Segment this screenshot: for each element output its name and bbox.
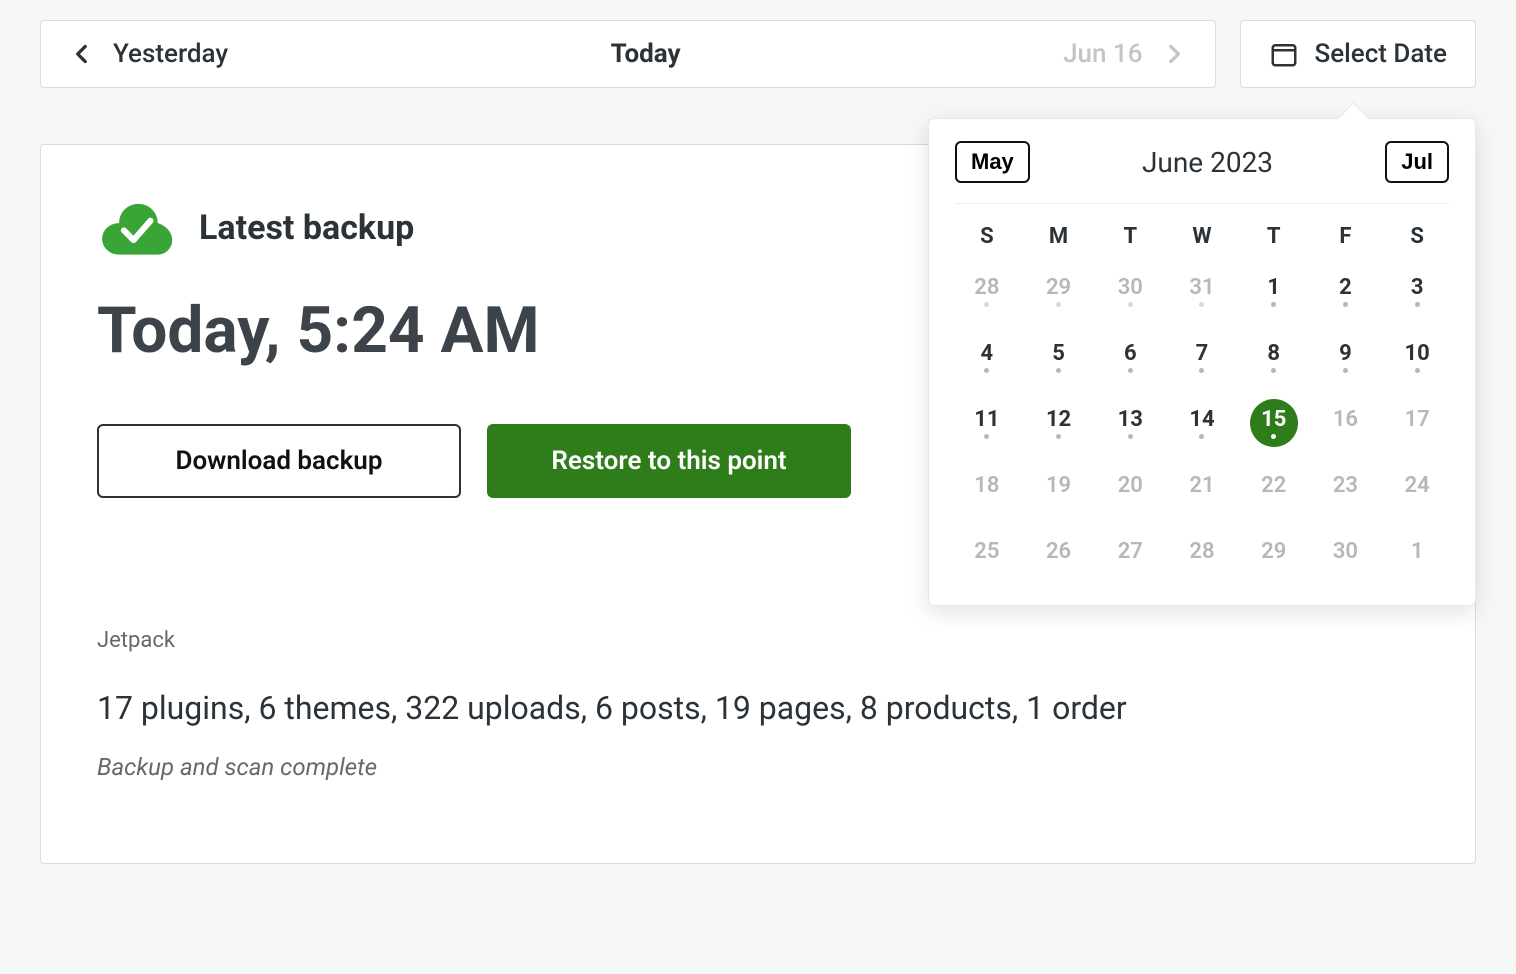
calendar-day: 27 (1106, 531, 1154, 579)
calendar-dow: S (1410, 224, 1424, 249)
calendar-day: 28 (1178, 531, 1226, 579)
next-month-button[interactable]: Jul (1385, 141, 1449, 183)
calendar-day[interactable]: 14 (1178, 399, 1226, 447)
download-backup-button[interactable]: Download backup (97, 424, 461, 498)
site-name-label: Jetpack (97, 628, 1419, 653)
next-day-button: Jun 16 (1063, 39, 1186, 69)
calendar-dow: T (1267, 224, 1281, 249)
prev-day-label: Yesterday (113, 39, 228, 69)
calendar-day[interactable]: 6 (1106, 333, 1154, 381)
calendar-dow: S (980, 224, 994, 249)
calendar-day: 19 (1035, 465, 1083, 513)
backup-status-text: Backup and scan complete (97, 753, 1419, 781)
select-date-label: Select Date (1315, 39, 1448, 69)
backup-summary: 17 plugins, 6 themes, 322 uploads, 6 pos… (97, 689, 1419, 727)
calendar-day: 20 (1106, 465, 1154, 513)
calendar-day[interactable]: 13 (1106, 399, 1154, 447)
calendar-month-label: June 2023 (1142, 146, 1273, 179)
cloud-check-icon (97, 199, 175, 257)
calendar-day: 16 (1321, 399, 1369, 447)
chevron-left-icon (69, 41, 95, 67)
select-date-button[interactable]: Select Date (1240, 20, 1477, 88)
calendar-popover: May June 2023 Jul SMTWTFS282930311234567… (928, 118, 1476, 606)
calendar-day[interactable]: 4 (963, 333, 1011, 381)
prev-month-button[interactable]: May (955, 141, 1030, 183)
calendar-day: 25 (963, 531, 1011, 579)
calendar-dow: F (1339, 224, 1351, 249)
calendar-day[interactable]: 1 (1250, 267, 1298, 315)
calendar-day[interactable]: 12 (1035, 399, 1083, 447)
prev-day-button[interactable]: Yesterday (69, 39, 228, 69)
date-nav-bar: Yesterday Today Jun 16 Select Date (40, 20, 1476, 88)
calendar-day: 24 (1393, 465, 1441, 513)
calendar-header: May June 2023 Jul (955, 141, 1449, 204)
chevron-right-icon (1161, 41, 1187, 67)
calendar-day[interactable]: 3 (1393, 267, 1441, 315)
calendar-day: 22 (1250, 465, 1298, 513)
calendar-day: 21 (1178, 465, 1226, 513)
restore-button[interactable]: Restore to this point (487, 424, 851, 498)
calendar-day: 31 (1178, 267, 1226, 315)
calendar-dow: T (1123, 224, 1137, 249)
calendar-day[interactable]: 10 (1393, 333, 1441, 381)
current-day-label: Today (611, 39, 681, 69)
calendar-dow: M (1049, 224, 1068, 249)
calendar-day[interactable]: 9 (1321, 333, 1369, 381)
calendar-day: 30 (1321, 531, 1369, 579)
calendar-day[interactable]: 11 (963, 399, 1011, 447)
calendar-grid: SMTWTFS282930311234567891011121314151617… (955, 224, 1449, 579)
calendar-day: 17 (1393, 399, 1441, 447)
calendar-dow: W (1192, 224, 1211, 249)
calendar-day: 29 (1250, 531, 1298, 579)
calendar-day[interactable]: 2 (1321, 267, 1369, 315)
calendar-day: 28 (963, 267, 1011, 315)
calendar-day[interactable]: 8 (1250, 333, 1298, 381)
calendar-day: 30 (1106, 267, 1154, 315)
calendar-day: 1 (1393, 531, 1441, 579)
calendar-icon (1269, 39, 1299, 69)
calendar-day[interactable]: 5 (1035, 333, 1083, 381)
calendar-day-selected[interactable]: 15 (1250, 399, 1298, 447)
calendar-day: 23 (1321, 465, 1369, 513)
latest-backup-label: Latest backup (199, 208, 414, 248)
calendar-day: 26 (1035, 531, 1083, 579)
calendar-day: 18 (963, 465, 1011, 513)
calendar-day[interactable]: 7 (1178, 333, 1226, 381)
next-day-label: Jun 16 (1063, 39, 1142, 69)
calendar-day: 29 (1035, 267, 1083, 315)
day-navigator: Yesterday Today Jun 16 (40, 20, 1216, 88)
